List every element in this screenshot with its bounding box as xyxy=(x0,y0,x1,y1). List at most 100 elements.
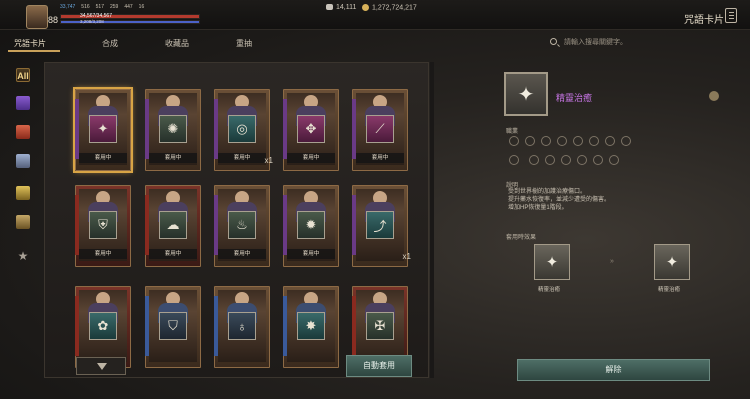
spell-card[interactable]: ⛨ 套用中 xyxy=(75,185,131,267)
description-text: 受到世界樹的加護治療傷口。 提升藥水恢復率，並減少遭受的傷害。 增加HP恢復量1… xyxy=(508,189,611,211)
job-icon xyxy=(541,136,551,146)
job-icon xyxy=(545,155,556,165)
card-spell-icon: ✸ xyxy=(297,312,325,340)
card-status-tag: 套用中 xyxy=(287,153,335,163)
card-spell-icon: ◎ xyxy=(228,115,256,143)
job-icon xyxy=(589,136,599,146)
auto-apply-button[interactable]: 自動套用 xyxy=(346,355,412,377)
job-icon xyxy=(593,155,604,165)
card-accent xyxy=(283,195,287,255)
card-status-tag: 套用中 xyxy=(149,249,197,259)
spell-card[interactable]: ♁ xyxy=(214,286,270,368)
tab-reroll[interactable]: 重抽 xyxy=(236,38,252,49)
spell-card[interactable]: ✺ 套用中 xyxy=(145,89,201,171)
job-icon xyxy=(605,136,615,146)
growth-label: 套用時效果 xyxy=(506,235,537,241)
spell-card[interactable]: ⟋ 套用中 xyxy=(352,89,408,171)
spell-card[interactable]: ☁ 套用中 xyxy=(145,185,201,267)
card-spell-icon: ✿ xyxy=(89,312,117,340)
card-status-tag: 套用中 xyxy=(149,153,197,163)
search-icon xyxy=(550,38,557,45)
job-icon xyxy=(621,136,631,146)
spell-card[interactable]: ✦ 套用中 xyxy=(75,89,131,171)
card-accent xyxy=(75,195,79,255)
filter-button[interactable] xyxy=(76,357,126,375)
character-level: 88 xyxy=(48,15,59,25)
spell-card[interactable]: ✥ 套用中 xyxy=(283,89,339,171)
currency-gold: 1,272,724,217 xyxy=(362,4,417,11)
spell-card[interactable]: ✹ 套用中 xyxy=(283,185,339,267)
category-sidebar: All ★ xyxy=(10,62,36,282)
menu-icon[interactable] xyxy=(725,8,737,23)
card-spell-icon: ⟋ xyxy=(366,115,394,143)
diamond-icon xyxy=(326,4,333,11)
category-mage-icon[interactable] xyxy=(16,96,30,110)
category-star-icon[interactable]: ★ xyxy=(16,249,30,263)
card-spell-icon: ☁ xyxy=(159,211,187,239)
stat-combat-power: 33,747 xyxy=(60,4,76,10)
category-knight-icon[interactable] xyxy=(16,125,30,139)
job-icon xyxy=(529,155,540,165)
card-accent xyxy=(214,195,218,255)
card-accent xyxy=(75,99,79,159)
growth-from-label: 精靈治癒 xyxy=(538,287,561,293)
detail-card-icon: ✦ xyxy=(504,72,548,116)
growth-from-icon: ✦ xyxy=(534,244,570,280)
spell-card[interactable]: ✸ xyxy=(283,286,339,368)
card-grid-scrollbar[interactable] xyxy=(430,62,434,378)
job-icon xyxy=(557,136,567,146)
card-accent xyxy=(352,99,356,159)
stat-accuracy: 447 xyxy=(124,4,133,10)
card-spell-icon: ✺ xyxy=(159,115,187,143)
card-spell-icon: ♁ xyxy=(228,312,256,340)
stat-extra: 16 xyxy=(138,4,145,10)
card-accent xyxy=(283,99,287,159)
card-accent xyxy=(214,296,218,356)
info-badge-icon[interactable] xyxy=(709,91,719,101)
job-icon xyxy=(577,155,588,165)
card-spell-icon: ✦ xyxy=(89,115,117,143)
job-icon xyxy=(561,155,572,165)
card-status-tag: 套用中 xyxy=(218,249,266,259)
tab-spell-cards[interactable]: 咒語卡片 xyxy=(14,38,46,49)
character-stats: 33,747 516 517 259 447 16 xyxy=(60,4,144,10)
job-icon xyxy=(525,136,535,146)
card-spell-icon: ✥ xyxy=(297,115,325,143)
card-status-tag: 套用中 xyxy=(79,249,127,259)
currency-gold-value: 1,272,724,217 xyxy=(372,4,417,12)
card-accent xyxy=(214,99,218,159)
card-accent xyxy=(283,296,287,356)
active-tab-indicator xyxy=(8,50,60,52)
gold-coin-icon xyxy=(362,4,369,11)
job-icon-list xyxy=(506,134,646,174)
card-status-tag: 套用中 xyxy=(287,249,335,259)
card-accent xyxy=(145,296,149,356)
search-box xyxy=(546,34,736,52)
category-book-icon[interactable] xyxy=(16,186,30,200)
top-status-bar: 88 33,747 516 517 259 447 16 34,567/34,5… xyxy=(0,0,750,30)
card-status-tag: 套用中 xyxy=(218,153,266,163)
spell-card[interactable]: ◎ 套用中 x1 xyxy=(214,89,273,171)
growth-to-label: 精靈治癒 xyxy=(658,287,681,293)
card-count: x1 xyxy=(402,252,411,261)
job-icon xyxy=(573,136,583,146)
spell-card[interactable]: ✿ xyxy=(75,286,131,368)
card-accent xyxy=(145,195,149,255)
tab-collection[interactable]: 收藏品 xyxy=(165,38,189,49)
mp-text: 3,208/3,208 xyxy=(80,19,104,24)
unequip-button[interactable]: 解除 xyxy=(517,359,710,381)
category-all[interactable]: All xyxy=(16,68,30,82)
growth-arrows: » xyxy=(610,258,614,265)
card-spell-icon: ⤴ xyxy=(366,211,394,239)
card-spell-icon: ⛨ xyxy=(89,211,117,239)
spell-card[interactable]: ⤴ x1 xyxy=(352,185,411,267)
spell-card[interactable]: ⛉ xyxy=(145,286,201,368)
category-elf-icon[interactable] xyxy=(16,154,30,168)
card-status-tag: 套用中 xyxy=(79,153,127,163)
tab-synthesis[interactable]: 合成 xyxy=(102,38,118,49)
character-avatar[interactable] xyxy=(26,5,48,29)
spell-card[interactable]: ♨ 套用中 xyxy=(214,185,270,267)
tab-bar: 咒語卡片 合成 收藏品 重抽 xyxy=(0,30,430,52)
search-input[interactable] xyxy=(564,36,724,49)
category-shield-icon[interactable] xyxy=(16,215,30,229)
